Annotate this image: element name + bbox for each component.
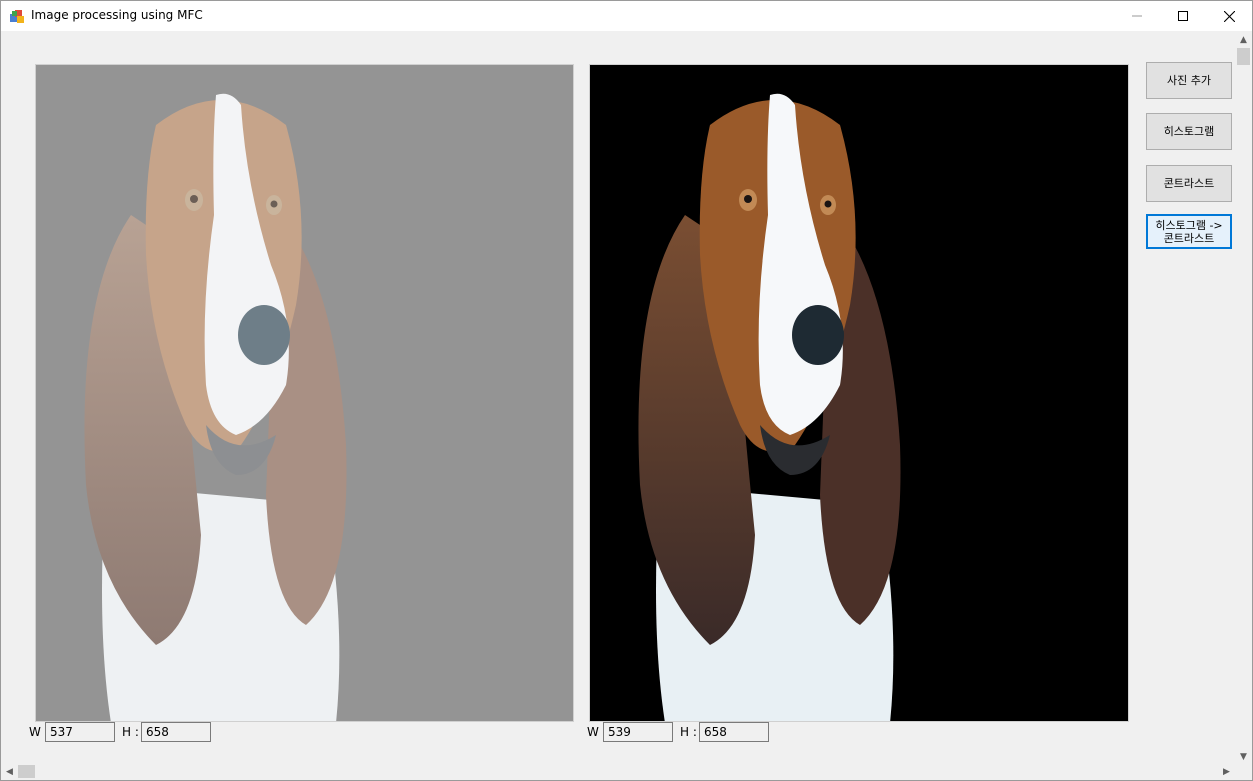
contrast-button[interactable]: 콘트라스트 — [1146, 165, 1232, 202]
histogram-button[interactable]: 히스토그램 — [1146, 113, 1232, 150]
basset-hound-image-low-contrast — [84, 93, 347, 721]
original-image-view — [35, 64, 574, 722]
right-height-label: H : — [680, 725, 697, 739]
left-width-field[interactable]: 537 — [45, 722, 115, 742]
vertical-scrollbar[interactable]: ▲ ▼ — [1235, 31, 1252, 765]
horizontal-scroll-thumb[interactable] — [18, 765, 35, 778]
minimize-icon — [1132, 15, 1142, 17]
maximize-icon — [1178, 11, 1188, 21]
minimize-button[interactable] — [1114, 1, 1160, 31]
histogram-to-contrast-line1: 히스토그램 -> — [1155, 218, 1223, 232]
left-width-label: W — [29, 725, 41, 739]
basset-hound-image-contrast-stretched — [638, 93, 901, 721]
scroll-right-icon[interactable]: ▶ — [1218, 763, 1235, 780]
histogram-to-contrast-button[interactable]: 히스토그램 -> 콘트라스트 — [1146, 214, 1232, 249]
add-photo-button[interactable]: 사진 추가 — [1146, 62, 1232, 99]
window-title: Image processing using MFC — [31, 8, 203, 22]
right-width-label: W — [587, 725, 599, 739]
scroll-left-icon[interactable]: ◀ — [1, 763, 18, 780]
right-width-field[interactable]: 539 — [603, 722, 673, 742]
maximize-button[interactable] — [1160, 1, 1206, 31]
horizontal-scrollbar[interactable]: ◀ ▶ — [1, 763, 1235, 780]
right-height-field[interactable]: 658 — [699, 722, 769, 742]
histogram-to-contrast-line2: 콘트라스트 — [1163, 231, 1215, 245]
vertical-scroll-thumb[interactable] — [1237, 48, 1250, 65]
close-icon — [1223, 10, 1235, 22]
left-height-field[interactable]: 658 — [141, 722, 211, 742]
scrollbar-corner — [1235, 763, 1252, 780]
title-bar: Image processing using MFC — [1, 1, 1252, 31]
mfc-app-icon — [10, 10, 24, 23]
close-button[interactable] — [1206, 1, 1252, 31]
left-height-label: H : — [122, 725, 139, 739]
scroll-up-icon[interactable]: ▲ — [1235, 31, 1252, 48]
processed-image-view — [589, 64, 1129, 722]
